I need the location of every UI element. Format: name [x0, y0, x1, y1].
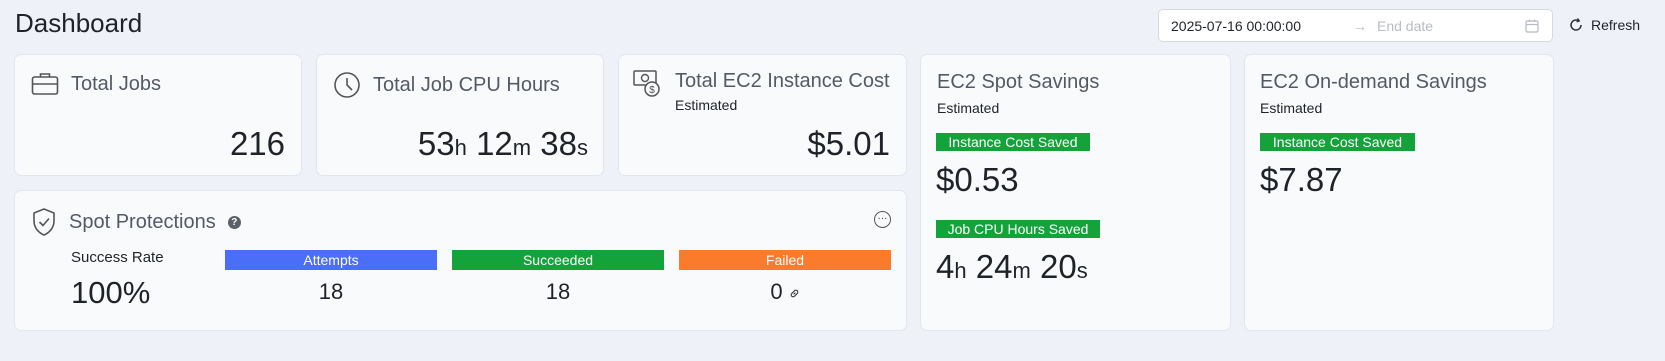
instance-cost-saved-badge: Instance Cost Saved [1260, 133, 1415, 151]
ec2-cost-value: $5.01 [807, 125, 890, 162]
spot-cost-saved-value: $0.53 [936, 161, 1019, 198]
cpu-hours-value: 53h 12m 38s [417, 125, 588, 162]
card-title: Total EC2 Instance Cost [675, 70, 890, 92]
briefcase-icon [31, 73, 59, 95]
card-subtitle: Estimated [937, 100, 1000, 116]
success-rate-value: 100% [71, 275, 151, 310]
card-title: Total Job CPU Hours [373, 73, 560, 96]
spot-savings-card: EC2 Spot Savings Estimated Instance Cost… [921, 55, 1230, 330]
clock-icon [334, 72, 360, 98]
ondemand-cost-saved-value: $7.87 [1260, 161, 1343, 198]
svg-text:$: $ [649, 85, 655, 96]
refresh-button[interactable]: Refresh [1568, 14, 1640, 36]
attempts-value: 18 [318, 279, 344, 304]
failed-badge: Failed [679, 250, 891, 270]
start-date-input[interactable]: 2025-07-16 00:00:00 [1171, 18, 1343, 34]
failed-value: 0 [770, 279, 783, 304]
failed-value-row: 0 [679, 279, 891, 305]
card-title: EC2 On-demand Savings [1260, 71, 1487, 93]
help-icon[interactable]: ? [227, 215, 241, 229]
instance-cost-saved-badge: Instance Cost Saved [936, 133, 1090, 151]
range-arrow-icon: → [1353, 17, 1367, 34]
cpu-hours-card: Total Job CPU Hours 53h 12m 38s [317, 55, 603, 175]
total-jobs-card: Total Jobs 216 [15, 55, 301, 175]
money-icon: $ [633, 69, 661, 102]
ec2-cost-card: $ Total EC2 Instance Cost Estimated $5.0… [619, 55, 906, 175]
card-subtitle: Estimated [1260, 100, 1323, 116]
card-title: EC2 Spot Savings [937, 71, 1100, 93]
total-jobs-value: 216 [229, 125, 285, 162]
cpu-hours-saved-badge: Job CPU Hours Saved [936, 220, 1100, 238]
ondemand-savings-card: EC2 On-demand Savings Estimated Instance… [1245, 55, 1553, 330]
card-subtitle: Estimated [675, 97, 738, 113]
more-options-icon[interactable]: ··· [874, 211, 891, 228]
page-title: Dashboard [15, 8, 143, 38]
end-date-input[interactable]: End date [1377, 18, 1524, 34]
success-rate-label: Success Rate [71, 249, 164, 266]
link-icon[interactable] [789, 288, 800, 299]
shield-check-icon [33, 208, 55, 236]
refresh-icon [1570, 18, 1582, 31]
succeeded-value: 18 [545, 279, 571, 304]
calendar-icon[interactable] [1524, 18, 1540, 34]
spot-protections-card: Spot Protections ? ··· Success Rate 100%… [15, 191, 906, 330]
date-range-picker[interactable]: 2025-07-16 00:00:00 → End date [1158, 9, 1553, 42]
succeeded-badge: Succeeded [452, 250, 664, 270]
card-title: Spot Protections [69, 210, 216, 233]
card-title: Total Jobs [71, 72, 162, 95]
spot-hours-saved-value: 4h 24m 20s [936, 248, 1088, 285]
refresh-label: Refresh [1591, 17, 1641, 33]
attempts-badge: Attempts [225, 250, 437, 270]
